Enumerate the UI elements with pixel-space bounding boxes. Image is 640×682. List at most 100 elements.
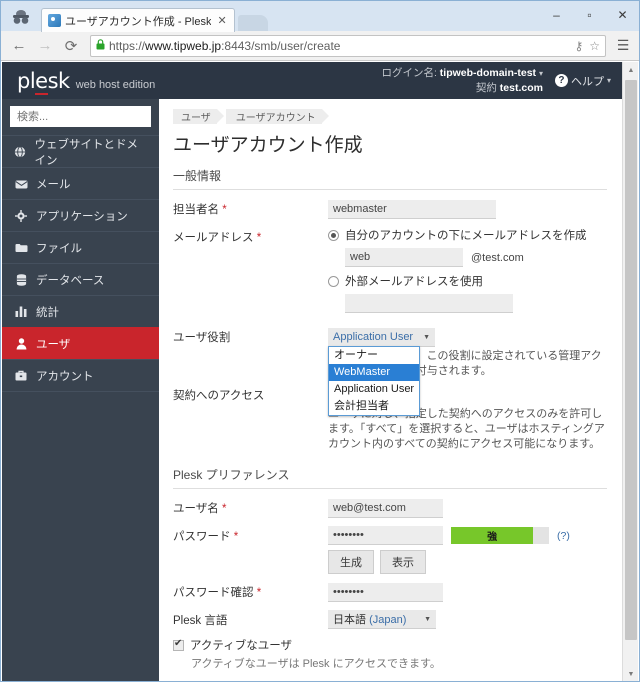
page-scrollbar[interactable]: ▲ ▼ (622, 62, 639, 681)
active-user-checkbox-row[interactable]: アクティブなユーザ (173, 637, 607, 653)
search-box[interactable] (10, 106, 172, 127)
sidebar-item-applications[interactable]: アプリケーション (2, 199, 159, 231)
active-user-checkbox[interactable] (173, 638, 184, 651)
email-domain-suffix: @test.com (471, 251, 524, 264)
help-menu[interactable]: ? ヘルプ ▾ (554, 73, 611, 89)
maximize-button[interactable]: ▫ (573, 1, 606, 29)
label-contract-access: 契約へのアクセス (173, 390, 265, 402)
email-local-row: @test.com (345, 248, 607, 267)
user-role-selected-value: Application User (333, 331, 414, 343)
username-input[interactable] (328, 499, 443, 518)
dropdown-option-webmaster[interactable]: WebMaster (329, 364, 419, 381)
sidebar-item-statistics[interactable]: 統計 (2, 295, 159, 327)
page-title: ユーザアカウント作成 (173, 135, 363, 156)
back-icon[interactable]: ← (7, 34, 31, 58)
new-tab-button[interactable] (237, 15, 268, 31)
email-local-input[interactable] (345, 248, 463, 267)
label-spacer (173, 550, 328, 552)
reload-icon[interactable]: ⟳ (59, 34, 83, 58)
envelope-icon (14, 179, 28, 189)
field-password: 強 (?) (328, 526, 607, 545)
email-external-input[interactable] (345, 294, 513, 313)
radio-icon-internal[interactable] (328, 229, 339, 241)
active-user-hint: アクティブなユーザは Plesk にアクセスできます。 (191, 658, 441, 670)
contact-name-input[interactable] (328, 200, 496, 219)
sidebar-item-websites[interactable]: ウェブサイトとドメイン (2, 135, 159, 167)
breadcrumb-item-user-accounts[interactable]: ユーザアカウント (225, 108, 330, 124)
sidebar-search (2, 99, 172, 135)
sidebar-item-label: アカウント (36, 370, 94, 383)
radio-label-internal: 自分のアカウントの下にメールアドレスを作成 (345, 230, 587, 242)
gear-icon (14, 209, 28, 222)
breadcrumb-item-users[interactable]: ユーザ (173, 108, 225, 124)
scrollbar-thumb[interactable] (625, 80, 637, 640)
chevron-down-icon: ▼ (424, 615, 431, 623)
section-general-info: 一般情報 (173, 167, 607, 190)
close-button[interactable]: ✕ (606, 1, 639, 29)
sidebar-item-label: ユーザ (36, 338, 71, 351)
incognito-icon (1, 3, 41, 31)
password-confirm-input[interactable] (328, 583, 443, 602)
dropdown-option-application-user[interactable]: Application User (329, 381, 419, 398)
chevron-down-icon: ▾ (538, 69, 543, 78)
sidebar-item-users[interactable]: ユーザ (2, 327, 159, 359)
tab-close-icon[interactable]: ✕ (215, 14, 228, 27)
row-language: Plesk 言語 日本語 (Japan) ▼ (173, 610, 607, 629)
field-language: 日本語 (Japan) ▼ (328, 610, 607, 629)
minimize-button[interactable]: – (540, 1, 573, 29)
browser-menu-icon[interactable]: ☰ (613, 37, 633, 54)
lock-icon (96, 38, 105, 53)
chevron-down-icon: ▼ (423, 333, 431, 341)
row-username: ユーザ名 * (173, 498, 607, 518)
show-password-button[interactable]: 表示 (380, 550, 426, 574)
scroll-down-arrow-icon[interactable]: ▼ (623, 666, 639, 681)
label-username: ユーザ名 * (173, 503, 227, 515)
field-username (328, 498, 607, 518)
generate-password-button[interactable]: 生成 (328, 550, 374, 574)
dropdown-option-accountant[interactable]: 会計担当者 (329, 398, 419, 415)
sidebar-item-account[interactable]: アカウント (2, 359, 159, 391)
help-icon: ? (554, 74, 568, 87)
radio-internal-email[interactable]: 自分のアカウントの下にメールアドレスを作成 (328, 227, 607, 243)
login-name-line[interactable]: ログイン名: tipweb-domain-test ▾ (381, 66, 543, 81)
sidebar: ウェブサイトとドメイン メール アプリケーション (2, 99, 172, 681)
browser-tab-active[interactable]: ユーザアカウント作成 - Plesk ✕ (41, 8, 235, 32)
row-user-role: ユーザ役割 Application User ▼ オーナー WebMaster … (173, 327, 607, 416)
plesk-app: plesk web host edition ログイン名: tipweb-dom… (2, 62, 625, 681)
user-role-select[interactable]: Application User ▼ (328, 328, 436, 347)
section-plesk-preferences: Plesk プリファレンス (173, 466, 607, 489)
forward-icon[interactable]: → (33, 34, 57, 58)
login-info: ログイン名: tipweb-domain-test ▾ 契約 test.com (381, 66, 543, 95)
search-input[interactable] (15, 109, 161, 124)
key-icon[interactable]: ⚷ (574, 39, 583, 53)
email-external-row (345, 294, 607, 313)
required-marker: * (233, 531, 239, 543)
plesk-logo[interactable]: plesk web host edition (12, 68, 155, 95)
password-input[interactable] (328, 526, 443, 545)
dropdown-option-owner[interactable]: オーナー (329, 347, 419, 364)
scroll-up-arrow-icon[interactable]: ▲ (623, 62, 639, 78)
active-user-label: アクティブなユーザ (190, 640, 293, 652)
contract-line: 契約 test.com (475, 82, 543, 94)
label-email-address: メールアドレス * (173, 232, 262, 244)
password-strength-bar: 強 (451, 527, 549, 544)
address-bar[interactable]: https://www.tipweb.jp:8443/smb/user/crea… (90, 34, 606, 57)
user-icon (14, 337, 28, 350)
bookmark-star-icon[interactable]: ☆ (589, 39, 600, 53)
window-controls: – ▫ ✕ (540, 1, 639, 29)
password-help-icon[interactable]: (?) (557, 530, 570, 542)
label-password: パスワード * (173, 531, 239, 543)
row-password: パスワード * 強 (?) (173, 526, 607, 545)
language-select[interactable]: 日本語 (Japan) ▼ (328, 610, 436, 629)
sidebar-item-label: ウェブサイトとドメイン (34, 138, 138, 167)
sidebar-item-mail[interactable]: メール (2, 167, 159, 199)
user-role-dropdown[interactable]: オーナー WebMaster Application User 会計担当者 (328, 346, 420, 416)
tab-strip: ユーザアカウント作成 - Plesk ✕ (41, 1, 268, 32)
sidebar-item-files[interactable]: ファイル (2, 231, 159, 263)
label-contact-name: 担当者名 * (173, 204, 227, 216)
radio-icon-external[interactable] (328, 275, 339, 287)
radio-external-email[interactable]: 外部メールアドレスを使用 (328, 273, 607, 289)
folder-icon (14, 243, 28, 253)
label-language: Plesk 言語 (173, 615, 228, 627)
sidebar-item-databases[interactable]: データベース (2, 263, 159, 295)
